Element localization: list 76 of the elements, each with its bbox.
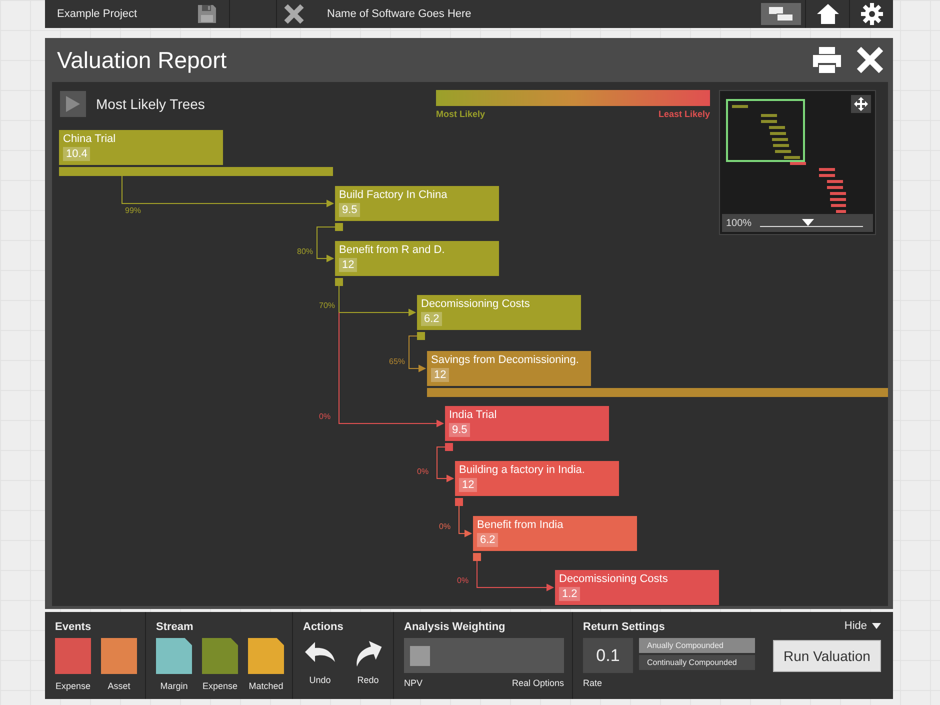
section-title: Return Settings: [583, 621, 666, 633]
redo-button[interactable]: Redo: [351, 638, 385, 685]
node-value: 12: [431, 368, 450, 382]
move-button[interactable]: [851, 95, 871, 113]
tree-node[interactable]: Decomissioning Costs 1.2: [555, 570, 719, 605]
node-value: 6.2: [477, 533, 498, 547]
swatch-button[interactable]: Asset: [101, 638, 137, 691]
probability-label: 0%: [439, 522, 451, 530]
section-title: Actions: [303, 621, 344, 633]
node-value: 10.4: [63, 147, 90, 161]
legend-label: Least Likely: [658, 109, 710, 119]
node-label: India Trial: [449, 409, 497, 421]
legend-label: Most Likely: [436, 109, 486, 119]
save-icon[interactable]: [197, 4, 217, 24]
node-label: Decomissioning Costs: [559, 573, 668, 585]
probability-label: 99%: [125, 206, 142, 214]
software-name: Name of Software Goes Here: [327, 8, 472, 20]
node-handle[interactable]: [445, 443, 453, 451]
slider-thumb[interactable]: [410, 646, 430, 666]
section-title: Analysis Weighting: [404, 621, 506, 633]
node-label: Build Factory In China: [339, 189, 448, 201]
node-value: 6.2: [421, 312, 442, 326]
swatch-button[interactable]: Expense: [55, 638, 91, 691]
node-handle[interactable]: [335, 278, 343, 286]
undo-button[interactable]: Undo: [303, 638, 337, 685]
rate-label: Rate: [583, 678, 604, 688]
slider-thumb[interactable]: [802, 218, 814, 226]
node-label: Savings from Decomissioning.: [431, 354, 579, 366]
node-handle[interactable]: [455, 498, 463, 506]
report-title: Valuation Report: [57, 46, 227, 74]
node-label: Building a factory in India.: [459, 464, 585, 476]
node-label: Decomissioning Costs: [421, 298, 530, 310]
compounding-option[interactable]: Continually Compounded: [639, 655, 755, 670]
play-icon: [65, 95, 81, 113]
run-valuation-button[interactable]: Run Valuation: [773, 640, 881, 672]
rate-field[interactable]: 0.1: [583, 638, 633, 673]
swatch-button[interactable]: Margin: [156, 638, 192, 691]
project-name: Example Project: [57, 8, 138, 20]
tree-view-icon: [768, 6, 794, 22]
node-value: 9.5: [339, 203, 360, 217]
node-label: China Trial: [63, 133, 116, 145]
swatch-button[interactable]: Matched: [248, 638, 284, 691]
probability-label: 0%: [319, 412, 331, 420]
panel-title: Most Likely Trees: [96, 96, 205, 112]
slider-max-label: Real Options: [512, 678, 564, 688]
probability-label: 70%: [319, 300, 336, 310]
tree-node[interactable]: India Trial 9.5: [445, 406, 609, 441]
node-value: 1.2: [559, 587, 580, 601]
probability-label: 0%: [417, 466, 429, 476]
probability-label: 80%: [297, 246, 314, 256]
weighting-slider[interactable]: [404, 638, 564, 673]
node-handle[interactable]: [417, 332, 425, 340]
print-icon[interactable]: [812, 46, 842, 74]
settings-icon: [860, 3, 882, 25]
home-icon: [816, 3, 840, 25]
tree-node[interactable]: Building a factory in India. 12: [455, 461, 619, 496]
zoom-level: 100%: [726, 218, 752, 228]
node-value: 12: [339, 258, 358, 272]
swatch-button[interactable]: Expense: [202, 638, 238, 691]
node-handle[interactable]: [335, 223, 343, 231]
node-value: 12: [459, 478, 478, 492]
node-label: Benefit from India: [477, 519, 564, 531]
node-label: Benefit from R and D.: [339, 244, 445, 256]
probability-label: 0%: [457, 576, 469, 584]
node-value: 9.5: [449, 423, 470, 437]
probability-label: 65%: [389, 356, 406, 366]
hide-button[interactable]: Hide: [844, 620, 881, 632]
slider-min-label: NPV: [404, 678, 423, 688]
caret-icon: [872, 623, 881, 629]
section-title: Stream: [156, 621, 194, 633]
connector-arrow: [436, 446, 454, 482]
section-title: Events: [55, 621, 92, 633]
close-icon[interactable]: [283, 3, 305, 25]
move-icon: [854, 97, 868, 111]
node-handle[interactable]: [473, 553, 481, 561]
minimap[interactable]: 100%: [719, 90, 876, 235]
